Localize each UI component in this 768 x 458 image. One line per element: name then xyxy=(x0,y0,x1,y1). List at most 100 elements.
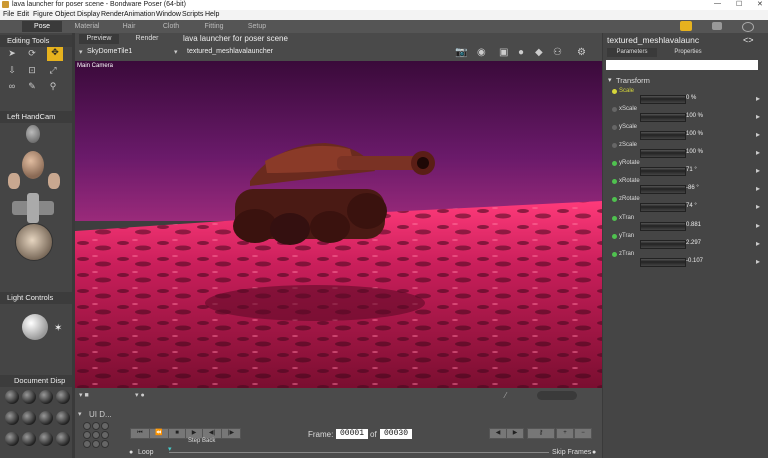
param-dial[interactable] xyxy=(640,203,686,212)
top-cam-icon[interactable] xyxy=(26,125,40,143)
nav-arrows-icon[interactable]: <> xyxy=(743,35,754,45)
transform-expand-icon[interactable]: ▾ xyxy=(608,76,612,84)
ui-dots-grid[interactable] xyxy=(83,422,109,448)
param-arrow-icon[interactable]: ▸ xyxy=(756,202,760,211)
param-arrow-icon[interactable]: ▸ xyxy=(756,112,760,121)
param-zrotate[interactable]: zRotate 74 ° ▸ xyxy=(612,196,762,214)
left-hand-cam-icon[interactable] xyxy=(8,173,20,189)
direct-manip-icon[interactable]: ⚲ xyxy=(47,81,59,91)
twist-tool-icon[interactable]: ⇩ xyxy=(6,65,18,75)
param-dial[interactable] xyxy=(640,222,686,231)
param-ytran[interactable]: yTran 2.297 ▸ xyxy=(612,233,762,251)
menu-scripts[interactable]: Scripts xyxy=(182,11,203,18)
brush-icon[interactable]: ⁄ xyxy=(505,391,506,400)
menu-edit[interactable]: Edit xyxy=(17,11,29,18)
light-sun-icon[interactable]: ✶ xyxy=(54,323,62,334)
display-style-11[interactable] xyxy=(39,432,53,446)
param-dial[interactable] xyxy=(640,240,686,249)
step-forward-button[interactable]: |▶ xyxy=(221,428,241,439)
param-dial[interactable] xyxy=(640,149,686,158)
viewport[interactable]: Main Camera xyxy=(75,61,602,388)
chain-break-icon[interactable]: ∞ xyxy=(6,81,18,91)
param-value[interactable]: -86 ° xyxy=(686,185,699,191)
display-mode-selector[interactable] xyxy=(537,391,577,400)
param-xrotate[interactable]: xRotate -86 ° ▸ xyxy=(612,178,762,196)
stop-button[interactable]: ■ xyxy=(168,428,186,439)
param-dial[interactable] xyxy=(640,131,686,140)
display-style-8[interactable] xyxy=(56,411,70,425)
display-style-9[interactable] xyxy=(5,432,19,446)
display-style-3[interactable] xyxy=(39,390,53,404)
param-value[interactable]: 74 ° xyxy=(686,203,697,209)
view-options-icon[interactable]: ⚙ xyxy=(577,47,586,58)
param-dial[interactable] xyxy=(640,113,686,122)
display-style-1[interactable] xyxy=(5,390,19,404)
room-pose[interactable]: Pose xyxy=(22,21,62,32)
dome-selector[interactable]: SkyDomeTile1 xyxy=(87,48,132,55)
param-zscale[interactable]: zScale 100 % ▸ xyxy=(612,142,762,160)
first-frame-button[interactable]: ⏮ xyxy=(130,428,150,439)
help-icon[interactable] xyxy=(742,22,754,32)
display-style-7[interactable] xyxy=(39,411,53,425)
trackball-control[interactable] xyxy=(15,223,53,261)
taper-tool-icon[interactable]: ⤢ xyxy=(47,65,59,75)
remove-key-button[interactable]: − xyxy=(574,428,592,439)
display-style-4[interactable] xyxy=(56,390,70,404)
param-arrow-icon[interactable]: ▸ xyxy=(756,239,760,248)
param-scale[interactable]: Scale 0 % ▸ xyxy=(612,88,762,106)
room-fitting[interactable]: Fitting xyxy=(194,21,234,32)
room-material[interactable]: Material xyxy=(64,21,110,32)
menu-render[interactable]: Render xyxy=(101,11,124,18)
param-arrow-icon[interactable]: ▸ xyxy=(756,257,760,266)
param-xtran[interactable]: xTran 0.881 ▸ xyxy=(612,215,762,233)
menu-help[interactable]: Help xyxy=(205,11,219,18)
param-arrow-icon[interactable]: ▸ xyxy=(756,184,760,193)
display-style-5[interactable] xyxy=(5,411,19,425)
display-style-10[interactable] xyxy=(22,432,36,446)
rotate-tool-icon[interactable]: ⟳ xyxy=(26,48,38,58)
camera-alt-icon[interactable]: ◉ xyxy=(477,47,486,58)
camera-icon[interactable]: 📷 xyxy=(455,47,467,58)
chat-icon[interactable] xyxy=(712,22,722,30)
menu-animation[interactable]: Animation xyxy=(124,11,155,18)
param-yrotate[interactable]: yRotate 71 ° ▸ xyxy=(612,160,762,178)
people-icon[interactable]: ⚇ xyxy=(553,47,562,58)
light-sphere-control[interactable] xyxy=(22,314,48,340)
param-value[interactable]: 0.881 xyxy=(686,222,701,228)
select-tool-icon[interactable]: ➤ xyxy=(6,48,18,58)
param-ztran[interactable]: zTran -0.107 ▸ xyxy=(612,251,762,269)
param-value[interactable]: 100 % xyxy=(686,131,703,137)
param-dial[interactable] xyxy=(640,258,686,267)
next-keyframe-button[interactable]: ▶ xyxy=(506,428,524,439)
color-tool-icon[interactable]: ✎ xyxy=(26,81,38,91)
param-value[interactable]: 100 % xyxy=(686,149,703,155)
param-arrow-icon[interactable]: ▸ xyxy=(756,130,760,139)
prev-keyframe-button[interactable]: ◀ xyxy=(489,428,507,439)
sphere-icon[interactable]: ● xyxy=(518,47,524,58)
display-style-12[interactable] xyxy=(56,432,70,446)
display-style-6[interactable] xyxy=(22,411,36,425)
ground-dropdown-icon[interactable]: ▾ ■ xyxy=(79,391,89,399)
frame-input[interactable]: 00001 xyxy=(336,429,368,439)
dome-dropdown-arrow[interactable]: ▾ xyxy=(79,48,83,56)
menu-figure[interactable]: Figure xyxy=(33,11,53,18)
key-icon[interactable]: ⚷ xyxy=(527,428,555,439)
tab-render[interactable]: Render xyxy=(125,34,169,44)
param-value[interactable]: 100 % xyxy=(686,113,703,119)
loop-radio-icon[interactable]: ● xyxy=(129,449,133,456)
param-dial[interactable] xyxy=(640,95,686,104)
mesh-selector[interactable]: textured_meshlavalauncher xyxy=(187,48,273,55)
menu-file[interactable]: File xyxy=(3,11,14,18)
param-dial[interactable] xyxy=(640,167,686,176)
menu-object[interactable]: Object xyxy=(55,11,75,18)
right-hand-cam-icon[interactable] xyxy=(48,173,60,189)
minimize-button[interactable]: — xyxy=(714,0,721,7)
face-cam-icon[interactable] xyxy=(22,151,44,179)
light-icon[interactable]: ◆ xyxy=(535,47,543,58)
move-y-control[interactable] xyxy=(27,193,39,223)
room-cloth[interactable]: Cloth xyxy=(152,21,190,32)
translate-tool-icon[interactable]: ✥ xyxy=(47,47,63,61)
param-value[interactable]: 2.297 xyxy=(686,240,701,246)
render-icon[interactable]: ▣ xyxy=(499,47,508,58)
prev-key-button[interactable]: ⏪ xyxy=(149,428,169,439)
